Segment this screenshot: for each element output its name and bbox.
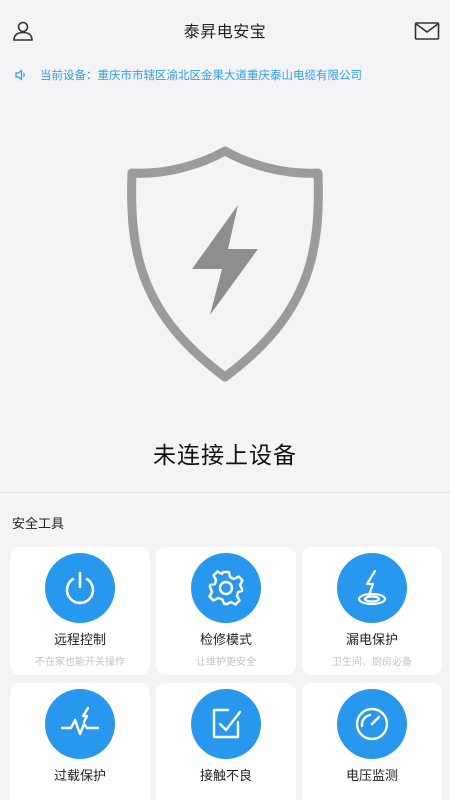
tool-card-remote-control[interactable]: 远程控制 不在家也能开关操作	[10, 547, 150, 675]
tool-label: 接触不良	[199, 769, 252, 784]
top-bar: 泰昇电安宝	[0, 0, 450, 60]
leakage-icon	[337, 553, 407, 623]
power-icon	[45, 553, 115, 623]
gear-icon	[191, 553, 261, 623]
tools-section-title: 安全工具	[12, 517, 65, 532]
tool-card-maintenance-mode[interactable]: 检修模式 让维护更安全	[156, 547, 296, 675]
tool-subtitle: 让维护更安全	[196, 657, 256, 668]
tool-card-voltage-monitor[interactable]: 电压监测	[302, 683, 442, 800]
gauge-icon	[337, 689, 407, 759]
tool-label: 检修模式	[199, 633, 252, 648]
connection-status: 未连接上设备	[153, 443, 297, 469]
app-screen: 泰昇电安宝 当前设备：重庆市市辖区渝北区金果大道重庆泰山电缆有限公司 未连接上设…	[0, 0, 450, 800]
speaker-icon	[14, 67, 30, 83]
tool-label: 电压监测	[345, 769, 398, 784]
app-title: 泰昇电安宝	[183, 22, 267, 41]
device-notice[interactable]: 当前设备：重庆市市辖区渝北区金果大道重庆泰山电缆有限公司	[0, 64, 450, 86]
tools-panel: 安全工具 远程控制 不在家也能开关操作 检修模式 让维护更安全 漏电保护 卫生间…	[0, 492, 450, 800]
tool-label: 过载保护	[53, 769, 106, 784]
tool-subtitle: 卫生间、厨房必备	[332, 657, 412, 668]
tool-subtitle: 不在家也能开关操作	[35, 657, 125, 668]
shield-icon	[120, 145, 330, 385]
tool-card-leakage-protection[interactable]: 漏电保护 卫生间、厨房必备	[302, 547, 442, 675]
lightning-icon	[192, 205, 258, 315]
pulse-icon	[45, 689, 115, 759]
current-device-text: 当前设备：重庆市市辖区渝北区金果大道重庆泰山电缆有限公司	[40, 68, 362, 82]
mail-icon[interactable]	[414, 18, 440, 44]
tool-card-overload-protection[interactable]: 过载保护	[10, 683, 150, 800]
tool-label: 远程控制	[53, 633, 106, 648]
tool-card-poor-contact[interactable]: 接触不良	[156, 683, 296, 800]
user-icon[interactable]	[10, 18, 36, 44]
tool-label: 漏电保护	[345, 633, 398, 648]
contact-icon	[191, 689, 261, 759]
